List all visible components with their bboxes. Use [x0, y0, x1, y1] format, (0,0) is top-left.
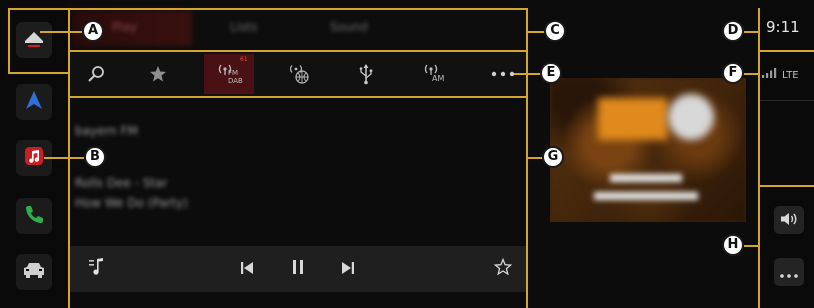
- status-more-button[interactable]: [774, 258, 804, 286]
- annotation-line: [8, 72, 68, 74]
- album-art-white-stripe-1: [610, 174, 682, 182]
- status-divider-1: [760, 100, 814, 101]
- tab-sound[interactable]: Sound: [330, 14, 368, 40]
- pause-icon: [291, 259, 305, 279]
- callout-c: C: [544, 20, 566, 42]
- album-art-circle: [668, 94, 714, 140]
- track-subtitle: How We Do (Party): [75, 196, 188, 210]
- album-art-logo-block: [598, 98, 668, 140]
- more-icon: [491, 71, 515, 77]
- callout-a: A: [82, 20, 104, 42]
- callout-d: D: [722, 20, 744, 42]
- annotation-line: [8, 8, 10, 74]
- callout-leader-a: [40, 31, 82, 33]
- annotation-line: [758, 50, 814, 52]
- signal-icon: [762, 63, 780, 82]
- skip-previous-icon: [240, 260, 254, 279]
- fm-dab-label: FM DAB: [228, 69, 243, 85]
- album-art-white-stripe-2: [594, 192, 698, 200]
- station-count-badge: 61: [240, 56, 248, 63]
- callout-h: H: [722, 234, 744, 256]
- playlist-button[interactable]: [82, 254, 112, 284]
- callout-g: G: [542, 146, 564, 168]
- callout-b: B: [84, 146, 106, 168]
- network-type-label: LTE: [782, 70, 799, 81]
- volume-button[interactable]: [774, 206, 804, 234]
- callout-f: F: [722, 62, 744, 84]
- star-icon: [149, 65, 167, 83]
- online-radio-button[interactable]: [280, 54, 320, 94]
- more-icon: [780, 263, 798, 282]
- am-radio-button[interactable]: AM: [414, 54, 456, 94]
- phone-icon: [23, 203, 45, 229]
- navigation-arrow-icon: [23, 89, 45, 115]
- phone-button[interactable]: [16, 198, 52, 234]
- volume-icon: [780, 211, 798, 230]
- callout-e: E: [540, 62, 562, 84]
- fm-dab-button[interactable]: FM DAB 61: [204, 54, 254, 94]
- home-button[interactable]: [16, 22, 52, 58]
- annotation-line: [758, 8, 760, 308]
- annotation-line: [8, 8, 528, 10]
- network-status: LTE: [762, 66, 799, 82]
- callout-leader-e: [514, 73, 542, 75]
- star-outline-icon: [493, 257, 513, 280]
- music-note-icon: [23, 145, 45, 171]
- annotation-line: [68, 50, 528, 52]
- playlist-icon: [88, 257, 106, 281]
- callout-leader-c: [526, 31, 546, 33]
- callout-leader-d: [744, 31, 760, 33]
- callout-leader-b: [44, 157, 84, 159]
- callout-leader-h: [744, 245, 760, 247]
- skip-next-icon: [341, 260, 355, 279]
- usb-icon: [358, 63, 374, 85]
- annotation-line: [68, 96, 528, 98]
- tab-play[interactable]: Play: [112, 14, 137, 40]
- usb-button[interactable]: [348, 54, 384, 94]
- clock: 9:11: [766, 18, 800, 36]
- online-radio-icon: [288, 63, 312, 85]
- annotation-line: [758, 185, 814, 187]
- previous-track-button[interactable]: [232, 254, 262, 284]
- album-art: [550, 78, 746, 222]
- favorite-station-button[interactable]: [488, 254, 518, 284]
- search-icon: [86, 64, 106, 84]
- car-icon: [22, 260, 46, 284]
- vehicle-button[interactable]: [16, 254, 52, 290]
- tab-lists[interactable]: Lists: [230, 14, 257, 40]
- am-label: AM: [432, 74, 445, 83]
- favorites-button[interactable]: [140, 54, 176, 94]
- navigation-button[interactable]: [16, 84, 52, 120]
- station-name: bayern FM: [75, 124, 138, 138]
- callout-leader-f: [744, 73, 760, 75]
- search-button[interactable]: [78, 54, 114, 94]
- infotainment-screen: Play Lists Sound FM DAB 61 AM bayern FM …: [0, 0, 814, 308]
- next-track-button[interactable]: [333, 254, 363, 284]
- pause-button[interactable]: [283, 254, 313, 284]
- track-artist-title: Rolls Dee - Star: [75, 176, 168, 190]
